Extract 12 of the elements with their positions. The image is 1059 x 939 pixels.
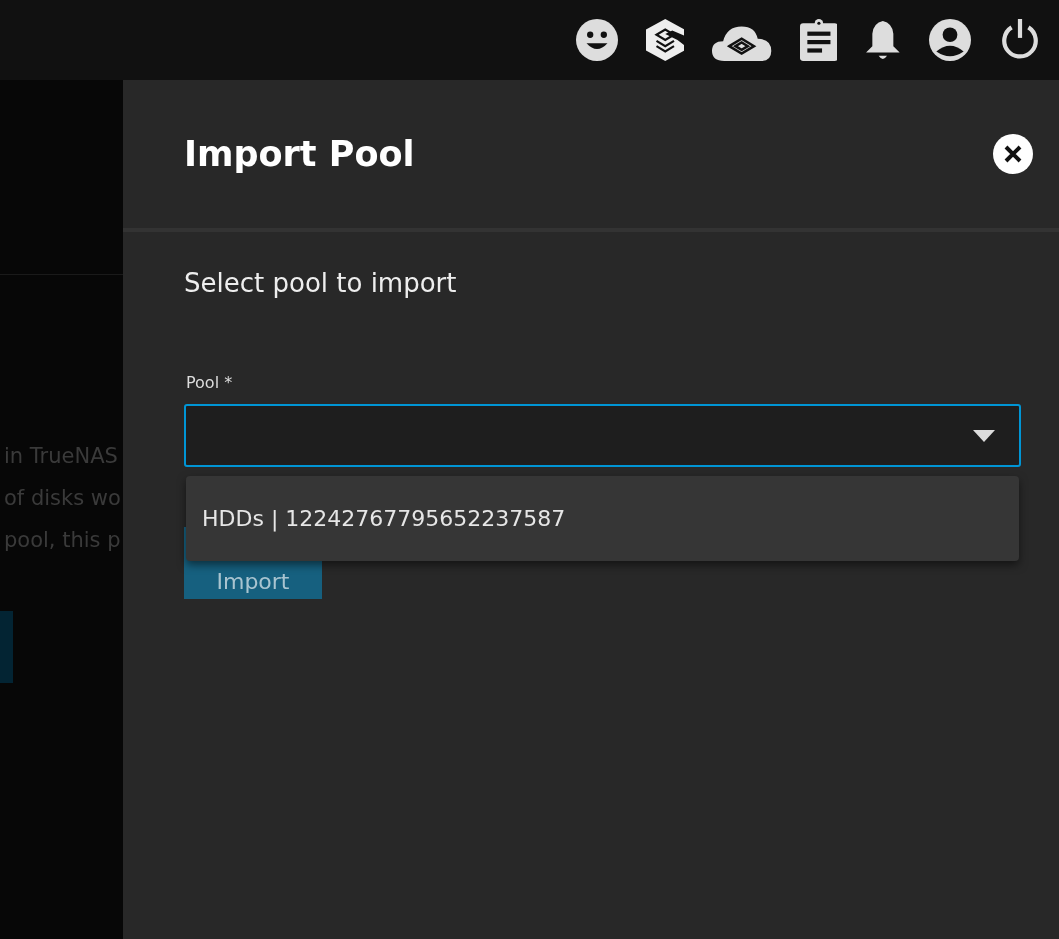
caret-icon	[973, 429, 995, 442]
close-button[interactable]	[993, 134, 1033, 174]
pool-select[interactable]	[184, 404, 1021, 467]
bell-icon[interactable]	[865, 19, 901, 61]
clipboard-icon[interactable]	[799, 19, 838, 61]
panel-subtitle: Select pool to import	[184, 268, 458, 298]
field-label: Pool *	[186, 373, 234, 392]
power-icon[interactable]	[999, 19, 1041, 61]
smiley-icon[interactable]	[575, 19, 618, 61]
cube-logo-icon[interactable]	[645, 19, 685, 61]
panel-title: Import Pool	[184, 134, 415, 174]
account-icon[interactable]	[929, 19, 971, 61]
